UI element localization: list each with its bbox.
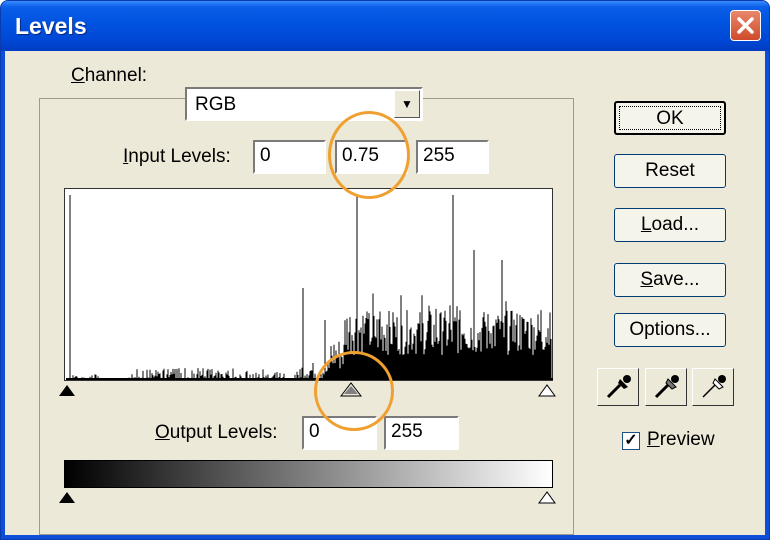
levels-dialog: Levels Channel: RGB ▼ Input Levels: 0 0.… [0, 0, 770, 540]
output-white-field[interactable]: 255 [384, 416, 459, 450]
reset-button[interactable]: Reset [614, 154, 726, 188]
title-bar[interactable]: Levels [1, 1, 769, 51]
input-white-slider-handle[interactable] [538, 384, 556, 397]
preview-checkbox[interactable]: ✓ [622, 432, 640, 450]
input-slider-handles [59, 382, 556, 397]
output-black-slider-handle[interactable] [59, 492, 75, 503]
input-white-field[interactable]: 255 [416, 140, 489, 174]
white-eyedropper-icon [702, 375, 726, 398]
black-eyedropper-button[interactable] [597, 368, 639, 406]
chevron-down-icon[interactable]: ▼ [394, 90, 420, 118]
input-levels-label: Input Levels: [123, 146, 231, 167]
ok-button[interactable]: OK [614, 101, 726, 135]
output-white-slider-handle[interactable] [538, 491, 556, 504]
gamma-slider-highlight-circle [314, 351, 394, 431]
save-button[interactable]: Save... [614, 263, 726, 297]
preview-label: Preview [647, 429, 715, 450]
gray-eyedropper-button[interactable] [645, 368, 687, 406]
gray-eyedropper-icon [654, 375, 679, 399]
options-button[interactable]: Options... [614, 313, 726, 347]
histogram [64, 188, 553, 381]
input-black-slider-handle[interactable] [59, 385, 75, 396]
channel-label-wrap: Channel: [63, 56, 156, 96]
close-button[interactable] [730, 10, 761, 41]
output-slider-handles [59, 491, 556, 504]
channel-label: Channel: [71, 65, 148, 86]
input-black-field[interactable]: 0 [253, 140, 326, 174]
channel-value: RGB [195, 94, 237, 115]
white-eyedropper-button[interactable] [692, 368, 734, 406]
histogram-graph [66, 195, 552, 380]
window-title: Levels [15, 13, 87, 39]
output-levels-label: Output Levels: [155, 422, 278, 443]
close-icon [737, 17, 754, 34]
gamma-field-highlight-circle [328, 111, 410, 199]
dialog-body: Channel: RGB ▼ Input Levels: 0 0.75 255 … [5, 51, 765, 535]
output-gradient-bar [64, 460, 553, 488]
black-eyedropper-icon [606, 375, 631, 399]
focus-rect [619, 106, 721, 130]
histogram-bars [66, 195, 552, 380]
load-button[interactable]: Load... [614, 208, 726, 242]
